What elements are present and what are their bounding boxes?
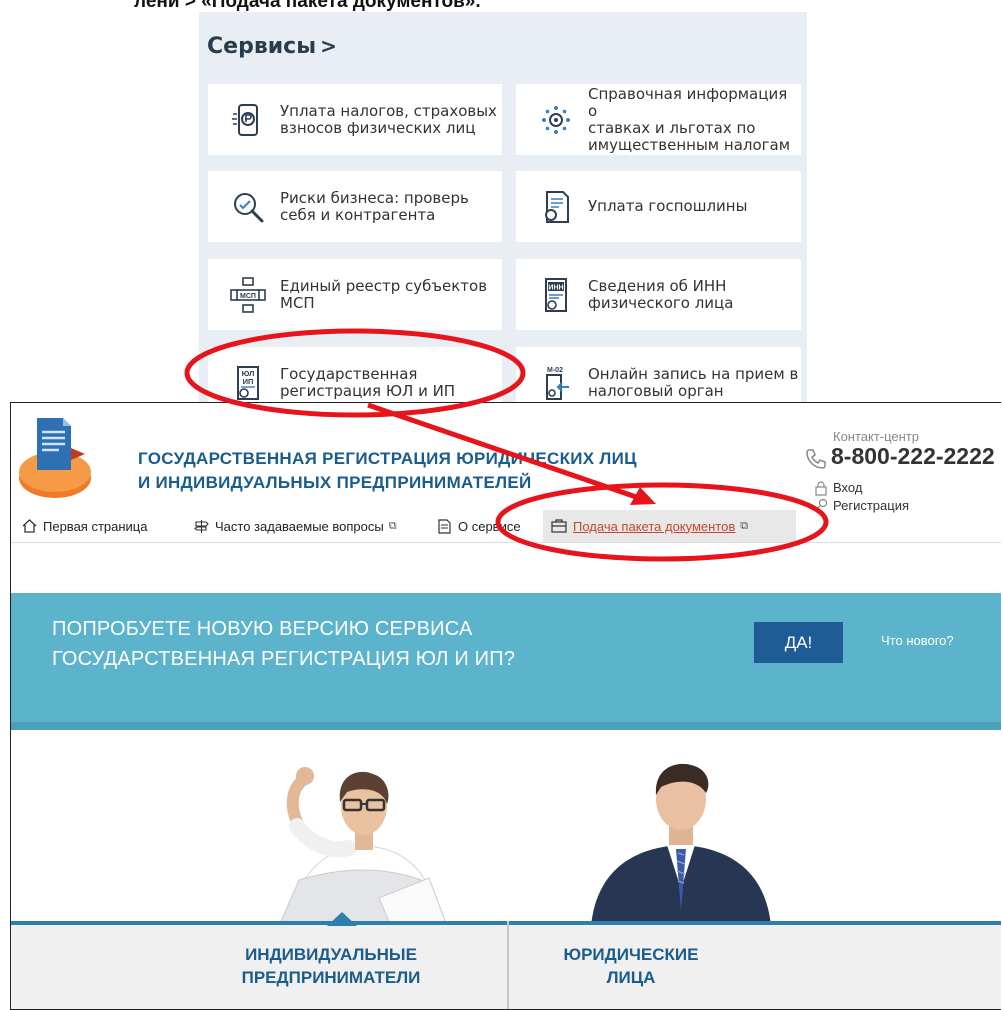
external-link-icon: ⧉ (740, 519, 749, 532)
inn-info-icon: ИНН (545, 277, 567, 312)
site-title: ГОСУДАРСТВЕННАЯ РЕГИСТРАЦИЯ ЮРИДИЧЕСКИХ … (138, 449, 637, 492)
service-tile-business-risk[interactable]: Риски бизнеса: проверь себя и контрагента (208, 171, 502, 242)
services-panel: Сервисы > Уплата налогов, страховых взносо… (199, 12, 807, 404)
home-icon (22, 519, 37, 533)
service-tile-online-appointment[interactable]: М-02 Онлайн запись на прием в налоговый о… (516, 347, 801, 404)
main-nav: Первая страница Часто задаваемые вопросы… (11, 510, 1001, 543)
chevron-right-icon: > (320, 34, 337, 58)
contact-phone[interactable]: 8-800-222-2222 (831, 443, 995, 470)
service-tile-ul-ip-registration[interactable]: ЮЛ ИП Государственная регистрация ЮЛ и ИП (208, 347, 502, 404)
service-tile-tax-rates[interactable]: Справочная информация о ставках и льготах… (516, 84, 801, 155)
nav-home[interactable]: Первая страница (22, 510, 147, 542)
external-link-icon: ⧉ (388, 519, 397, 532)
tax-rates-icon (542, 105, 570, 134)
banner-text: ПОПРОБУЕТЕ НОВУЮ ВЕРСИЮ СЕРВИСА ГОСУДАРС… (52, 618, 516, 670)
svg-text:ИНН: ИНН (548, 284, 563, 291)
registration-site: ГОСУДАРСТВЕННАЯ РЕГИСТРАЦИЯ ЮРИДИЧЕСКИХ … (10, 402, 1001, 1010)
business-risk-icon (234, 192, 264, 222)
nav-about[interactable]: О сервисе (437, 510, 521, 542)
service-tile-inn-info[interactable]: ИНН Сведения об ИНН физического лица (516, 259, 801, 330)
phone-icon (806, 449, 826, 469)
tile-label: Справочная информация о ставках и льготах… (588, 84, 791, 154)
services-title[interactable]: Сервисы > (207, 34, 337, 59)
tile-label: Онлайн запись на прием в налоговый орган (588, 364, 799, 400)
msp-registry-icon: МСП (230, 276, 266, 313)
document-icon (438, 518, 451, 534)
category-band (11, 921, 1001, 1009)
lock-icon (815, 481, 827, 496)
nav-submit-documents[interactable]: Подача пакета документов ⧉ (543, 510, 796, 542)
entrepreneur-photo (278, 767, 448, 926)
contact-center-label: Контакт-центр (833, 429, 920, 444)
svg-text:М-02: М-02 (547, 367, 563, 374)
tile-label: Сведения об ИНН физического лица (588, 276, 734, 312)
nav-faq[interactable]: Часто задаваемые вопросы ⧉ (194, 510, 397, 542)
tile-label: Уплата госпошлины (588, 197, 748, 215)
online-appointment-icon: М-02 (546, 367, 569, 400)
pointer-triangle-icon (327, 912, 357, 926)
signpost-icon (194, 519, 209, 533)
ul-ip-registration-icon: ЮЛ ИП (237, 365, 259, 400)
svg-text:МСП: МСП (240, 293, 256, 300)
service-tile-msp-registry[interactable]: МСП Единый реестр субъектов МСП (208, 259, 502, 330)
login-link[interactable]: Вход (833, 480, 862, 495)
yes-button[interactable]: ДА! (754, 622, 843, 663)
state-duty-icon (545, 190, 569, 223)
whats-new-link[interactable]: Что нового? (881, 633, 954, 648)
tile-label: Государственная регистрация ЮЛ и ИП (280, 364, 456, 400)
tile-label: Риски бизнеса: проверь себя и контрагента (280, 188, 469, 224)
category-divider (507, 921, 509, 1009)
category-legal-entities[interactable]: ЮРИДИЧЕСКИЕ ЛИЦА (531, 943, 731, 989)
site-logo (19, 418, 91, 498)
tax-payment-icon (232, 103, 258, 136)
legal-entity-photo (591, 763, 771, 926)
svg-text:ИП: ИП (243, 377, 254, 386)
new-version-banner: ПОПРОБУЕТЕ НОВУЮ ВЕРСИЮ СЕРВИСА ГОСУДАРС… (11, 593, 1001, 730)
category-entrepreneurs[interactable]: ИНДИВИДУАЛЬНЫЕ ПРЕДПРИНИМАТЕЛИ (211, 943, 451, 989)
service-tile-tax-payment[interactable]: Уплата налогов, страховых взносов физичес… (208, 84, 502, 155)
service-tile-state-duty[interactable]: Уплата госпошлины (516, 171, 801, 242)
tile-label: Уплата налогов, страховых взносов физичес… (280, 101, 497, 137)
tile-label: Единый реестр субъектов МСП (280, 276, 488, 312)
briefcase-icon (551, 519, 567, 533)
